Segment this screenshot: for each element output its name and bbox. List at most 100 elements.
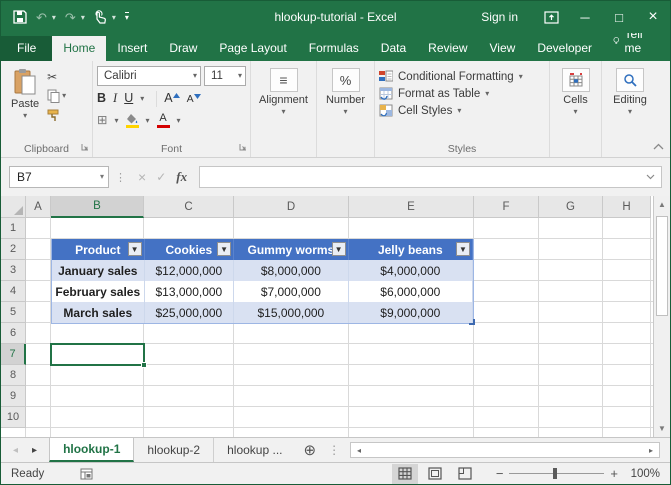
- cell-d5[interactable]: $15,000,000: [234, 302, 348, 323]
- cell-e4[interactable]: $6,000,000: [349, 281, 473, 302]
- tab-formulas[interactable]: Formulas: [298, 36, 370, 61]
- cell-d3[interactable]: $8,000,000: [234, 260, 348, 281]
- row-header-9[interactable]: 9: [1, 386, 26, 407]
- fill-color-button[interactable]: [126, 114, 139, 128]
- column-header-h[interactable]: H: [603, 196, 651, 218]
- row-header-8[interactable]: 8: [1, 365, 26, 386]
- fill-color-caret-icon[interactable]: ▾: [146, 117, 150, 125]
- undo-caret-icon[interactable]: ▾: [52, 13, 56, 22]
- row-header-4[interactable]: 4: [1, 281, 26, 302]
- bold-button[interactable]: B: [97, 92, 106, 105]
- zoom-in-icon[interactable]: +: [610, 467, 618, 480]
- insert-function-button[interactable]: fx: [176, 169, 187, 185]
- scroll-right-icon[interactable]: ▸: [643, 443, 659, 457]
- page-break-preview-icon[interactable]: [452, 464, 478, 484]
- format-as-table-button[interactable]: Format as Table ▾: [379, 87, 523, 100]
- redo-icon[interactable]: ↷: [65, 11, 76, 24]
- font-name-combobox[interactable]: Calibri ▾: [97, 66, 201, 86]
- increase-font-button[interactable]: A: [164, 92, 179, 105]
- page-layout-view-icon[interactable]: [422, 464, 448, 484]
- cell-e5[interactable]: $9,000,000: [349, 302, 473, 323]
- table-header-gummy-worms[interactable]: Gummy worms▼: [234, 239, 348, 260]
- font-size-combobox[interactable]: 11 ▾: [204, 66, 246, 86]
- column-header-f[interactable]: F: [474, 196, 539, 218]
- editing-button[interactable]: Editing ▾: [607, 66, 653, 118]
- alignment-button[interactable]: ≡ Alignment ▾: [253, 66, 314, 118]
- cells-button[interactable]: Cells ▾: [556, 66, 596, 118]
- maximize-button[interactable]: □: [602, 1, 636, 33]
- font-color-caret-icon[interactable]: ▾: [177, 117, 181, 125]
- collapse-ribbon-icon[interactable]: [653, 141, 664, 153]
- number-button[interactable]: % Number ▾: [320, 66, 371, 118]
- tab-view[interactable]: View: [479, 36, 527, 61]
- filter-button[interactable]: ▼: [128, 242, 142, 256]
- row-header-7[interactable]: 7: [1, 344, 26, 365]
- filter-button[interactable]: ▼: [332, 242, 346, 256]
- sheet-tab-hlookup-1[interactable]: hlookup-1: [49, 438, 134, 462]
- column-header-g[interactable]: G: [539, 196, 603, 218]
- tab-developer[interactable]: Developer: [526, 36, 603, 61]
- column-header-b[interactable]: B: [51, 196, 144, 218]
- touch-mode-caret-icon[interactable]: ▾: [112, 13, 116, 22]
- zoom-level[interactable]: 100%: [622, 468, 660, 480]
- cell-b5[interactable]: March sales: [52, 302, 145, 323]
- expand-formula-bar-icon[interactable]: [646, 174, 655, 180]
- zoom-slider[interactable]: [509, 473, 604, 474]
- vertical-scrollbar-thumb[interactable]: [656, 216, 668, 316]
- row-header-6[interactable]: 6: [1, 323, 26, 344]
- select-all-corner[interactable]: [1, 196, 26, 218]
- row-header-1[interactable]: 1: [1, 218, 26, 239]
- share-icon[interactable]: [657, 37, 671, 61]
- tab-draw[interactable]: Draw: [158, 36, 208, 61]
- horizontal-scrollbar-thumb[interactable]: [367, 443, 643, 457]
- row-header-3[interactable]: 3: [1, 260, 26, 281]
- scroll-left-icon[interactable]: ◂: [351, 443, 367, 457]
- vertical-scrollbar[interactable]: ▲ ▼: [653, 196, 670, 437]
- conditional-formatting-button[interactable]: Conditional Formatting ▾: [379, 70, 523, 83]
- redo-caret-icon[interactable]: ▾: [81, 13, 85, 22]
- sheet-nav-left-icon[interactable]: ◂: [13, 445, 18, 456]
- formula-input[interactable]: [199, 166, 662, 188]
- sheet-tab-hlookup-3[interactable]: hlookup ...: [214, 438, 295, 462]
- horizontal-scrollbar[interactable]: ◂ ▸: [350, 442, 660, 458]
- filter-button[interactable]: ▼: [456, 242, 470, 256]
- close-button[interactable]: ×: [636, 1, 670, 33]
- row-header-10[interactable]: 10: [1, 407, 26, 428]
- tab-home[interactable]: Home: [52, 36, 106, 61]
- new-sheet-icon[interactable]: ⊕: [295, 438, 324, 462]
- tab-page-layout[interactable]: Page Layout: [208, 36, 297, 61]
- save-icon[interactable]: [13, 10, 27, 24]
- cell-d4[interactable]: $7,000,000: [234, 281, 348, 302]
- table-resize-handle[interactable]: [469, 319, 475, 325]
- zoom-out-icon[interactable]: −: [496, 467, 504, 480]
- touch-mode-icon[interactable]: [94, 10, 107, 24]
- format-painter-icon[interactable]: [47, 107, 66, 123]
- cell-b4[interactable]: February sales: [52, 281, 145, 302]
- cut-icon[interactable]: ✂: [47, 69, 66, 85]
- table-header-product[interactable]: Product▼: [52, 239, 145, 260]
- cell-c3[interactable]: $12,000,000: [145, 260, 235, 281]
- cell-b3[interactable]: January sales: [52, 260, 145, 281]
- underline-button[interactable]: U: [124, 92, 133, 105]
- decrease-font-button[interactable]: A: [187, 93, 201, 105]
- cancel-button[interactable]: ×: [138, 169, 146, 185]
- sign-in-button[interactable]: Sign in: [465, 10, 534, 24]
- table-header-jelly-beans[interactable]: Jelly beans▼: [349, 239, 473, 260]
- font-dialog-launcher-icon[interactable]: [239, 142, 247, 154]
- copy-icon[interactable]: ▾: [47, 88, 66, 104]
- cell-e3[interactable]: $4,000,000: [349, 260, 473, 281]
- column-header-e[interactable]: E: [349, 196, 474, 218]
- borders-caret-icon[interactable]: ▾: [114, 117, 118, 125]
- paste-button[interactable]: Paste ▾: [5, 66, 45, 122]
- name-box[interactable]: B7 ▾: [9, 166, 109, 188]
- fill-handle[interactable]: [141, 362, 147, 368]
- tab-file[interactable]: File: [1, 36, 52, 61]
- tab-review[interactable]: Review: [417, 36, 478, 61]
- minimize-button[interactable]: ─: [568, 1, 602, 33]
- cell-styles-button[interactable]: Cell Styles ▾: [379, 104, 523, 117]
- column-header-d[interactable]: D: [234, 196, 349, 218]
- cell-c4[interactable]: $13,000,000: [145, 281, 235, 302]
- sheet-nav-right-icon[interactable]: ▸: [32, 445, 37, 456]
- tab-insert[interactable]: Insert: [106, 36, 158, 61]
- ribbon-display-options-icon[interactable]: [534, 1, 568, 33]
